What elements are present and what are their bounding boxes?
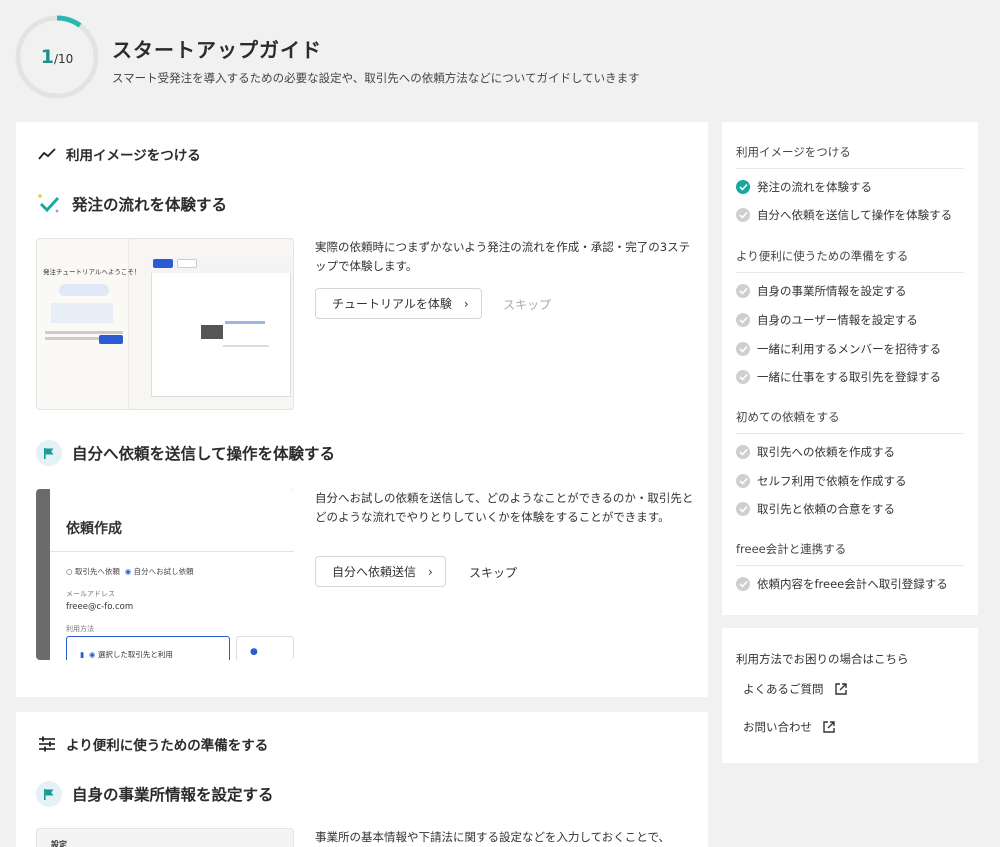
thumb-radio-group: ○ 取引先へ依頼 ◉ 自分へお試し依頼 — [66, 566, 194, 577]
check-circle-icon — [736, 342, 750, 356]
external-link-icon — [834, 683, 847, 695]
task-title-send-self: 自分へ依頼を送信して操作を体験する — [36, 440, 335, 466]
thumb-radio-1: 取引先へ依頼 — [74, 567, 120, 576]
check-circle-icon — [736, 284, 750, 298]
sidebar-group-title: freee会計と連携する — [736, 541, 964, 566]
thumb-radio-2: 自分へお試し依頼 — [133, 567, 194, 576]
sidebar-item-freee-register[interactable]: 依頼内容をfreee会計へ取引登録する — [736, 576, 948, 592]
sidebar-steps: 利用イメージをつける 発注の流れを体験する 自分へ依頼を送信して操作を体験する … — [722, 122, 978, 615]
contact-label: お問い合わせ — [743, 720, 812, 734]
thumb-heading: 発注チュートリアルへようこそ！ — [43, 268, 141, 276]
check-circle-icon — [736, 502, 750, 516]
sidebar-item-company-info[interactable]: 自身の事業所情報を設定する — [736, 283, 907, 299]
progress-current: 1 — [40, 46, 54, 68]
section-title: より便利に使うための準備をする — [66, 738, 269, 754]
sidebar-item-label: 自身のユーザー情報を設定する — [757, 313, 918, 327]
sidebar-item-agreement[interactable]: 取引先と依頼の合意をする — [736, 501, 895, 517]
check-circle-icon — [736, 370, 750, 384]
task-description: 自分へお試しの依頼を送信して、どのようなことができるのか・取引先とどのような流れ… — [315, 491, 694, 524]
task-description: 実際の依頼時につまずかないよう発注の流れを作成・承認・完了の3ステップで体験しま… — [315, 240, 691, 273]
task-title-text: 自分へ依頼を送信して操作を体験する — [72, 445, 336, 463]
trend-icon — [38, 148, 56, 160]
check-circle-icon — [736, 208, 750, 222]
sidebar-item-label: 自分へ依頼を送信して操作を体験する — [757, 208, 953, 222]
flag-icon — [36, 440, 62, 466]
check-circle-icon — [736, 180, 750, 194]
faq-link[interactable]: よくあるご質問 — [743, 681, 848, 697]
flag-icon — [36, 781, 62, 807]
sidebar-item-order-flow[interactable]: 発注の流れを体験する — [736, 179, 872, 195]
check-circle-icon — [736, 577, 750, 591]
skip-link-tutorial[interactable]: スキップ — [503, 296, 551, 313]
sidebar-item-label: 発注の流れを体験する — [757, 180, 872, 194]
send-self-button-label: 自分へ依頼送信 — [332, 565, 417, 579]
section-heading-usage: 利用イメージをつける — [38, 144, 201, 164]
sidebar-item-user-info[interactable]: 自身のユーザー情報を設定する — [736, 312, 918, 328]
send-self-button[interactable]: 自分へ依頼送信 › — [315, 556, 446, 587]
company-info-thumbnail: 設定 — [36, 828, 294, 847]
sparkle-check-icon — [38, 194, 60, 213]
task-title-company-info: 自身の事業所情報を設定する — [36, 781, 274, 807]
sidebar-group-title: より便利に使うための準備をする — [736, 248, 964, 273]
help-title: 利用方法でお困りの場合はこちら — [736, 652, 909, 666]
sidebar-item-invite-members[interactable]: 一緒に利用するメンバーを招待する — [736, 341, 941, 357]
chevron-right-icon: › — [428, 564, 433, 579]
sidebar-item-label: 依頼内容をfreee会計へ取引登録する — [757, 577, 948, 591]
sidebar-item-send-self[interactable]: 自分へ依頼を送信して操作を体験する — [736, 207, 952, 223]
external-link-icon — [823, 721, 835, 733]
task-description: 事業所の基本情報や下請法に関する設定などを入力しておくことで、 — [315, 830, 671, 844]
thumb-usage-option: ▮ ◉ 選択した取引先と利用 — [80, 650, 173, 659]
send-request-thumbnail: 依頼作成 ○ 取引先へ依頼 ◉ 自分へお試し依頼 メールアドレス freee@c… — [36, 489, 294, 660]
sidebar-item-label: 一緒に仕事をする取引先を登録する — [757, 370, 941, 384]
sidebar-item-register-partners[interactable]: 一緒に仕事をする取引先を登録する — [736, 369, 941, 385]
person-icon: ● — [250, 647, 258, 657]
check-circle-icon — [736, 474, 750, 488]
sidebar-item-label: 取引先と依頼の合意をする — [757, 502, 895, 516]
check-circle-icon — [736, 313, 750, 327]
building-icon: ▮ — [80, 650, 85, 659]
sliders-icon — [39, 736, 55, 752]
chevron-right-icon: › — [463, 296, 469, 311]
thumb-heading: 設定 — [51, 840, 67, 847]
sidebar-item-label: 自身の事業所情報を設定する — [757, 284, 907, 298]
sidebar-group-title: 利用イメージをつける — [736, 144, 964, 169]
progress-count: 1/10 — [14, 46, 100, 68]
thumb-heading: 依頼作成 — [66, 521, 122, 537]
sidebar-item-create-request[interactable]: 取引先への依頼を作成する — [736, 444, 895, 460]
page-title: スタートアップガイド — [112, 38, 322, 62]
sidebar-item-label: セルフ利用で依頼を作成する — [757, 474, 907, 488]
progress-total: /10 — [53, 52, 74, 66]
tutorial-button[interactable]: チュートリアルを体験 › — [315, 288, 482, 319]
sidebar-item-label: 取引先への依頼を作成する — [757, 445, 895, 459]
sidebar-item-self-use[interactable]: セルフ利用で依頼を作成する — [736, 473, 907, 489]
task-title-text: 自身の事業所情報を設定する — [72, 786, 274, 804]
guide-header: 1/10 スタートアップガイド スマート受発注を導入するための必要な設定や、取引… — [14, 14, 974, 104]
section-heading-preparation: より便利に使うための準備をする — [38, 734, 268, 754]
radio-on-icon: ◉ — [124, 567, 132, 576]
section-card-usage: 利用イメージをつける 発注の流れを体験する 発注チュートリアルへようこそ！ 実際… — [16, 122, 708, 697]
tutorial-button-label: チュートリアルを体験 — [332, 297, 452, 311]
thumb-usage-label: 利用方法 — [66, 625, 94, 633]
task-title-text: 発注の流れを体験する — [72, 196, 228, 214]
tutorial-thumbnail: 発注チュートリアルへようこそ！ — [36, 238, 294, 410]
task-title-order-flow: 発注の流れを体験する — [36, 191, 227, 217]
section-card-preparation: より便利に使うための準備をする 自身の事業所情報を設定する 設定 事業所の基本情… — [16, 712, 708, 847]
thumb-usage-text: 選択した取引先と利用 — [97, 650, 173, 659]
check-circle-icon — [736, 445, 750, 459]
help-card: 利用方法でお困りの場合はこちら よくあるご質問 お問い合わせ — [722, 628, 978, 763]
thumb-email: freee@c-fo.com — [66, 602, 134, 612]
sidebar-item-label: 一緒に利用するメンバーを招待する — [757, 342, 941, 356]
faq-label: よくあるご質問 — [743, 682, 824, 696]
contact-link[interactable]: お問い合わせ — [743, 719, 836, 735]
radio-off-icon: ○ — [66, 567, 73, 576]
page-subtitle: スマート受発注を導入するための必要な設定や、取引先への依頼方法などについてガイド… — [112, 71, 640, 85]
skip-link-send-self[interactable]: スキップ — [469, 564, 517, 581]
sidebar-group-title: 初めての依頼をする — [736, 409, 964, 434]
section-title: 利用イメージをつける — [66, 148, 201, 164]
thumb-email-label: メールアドレス — [66, 590, 115, 598]
